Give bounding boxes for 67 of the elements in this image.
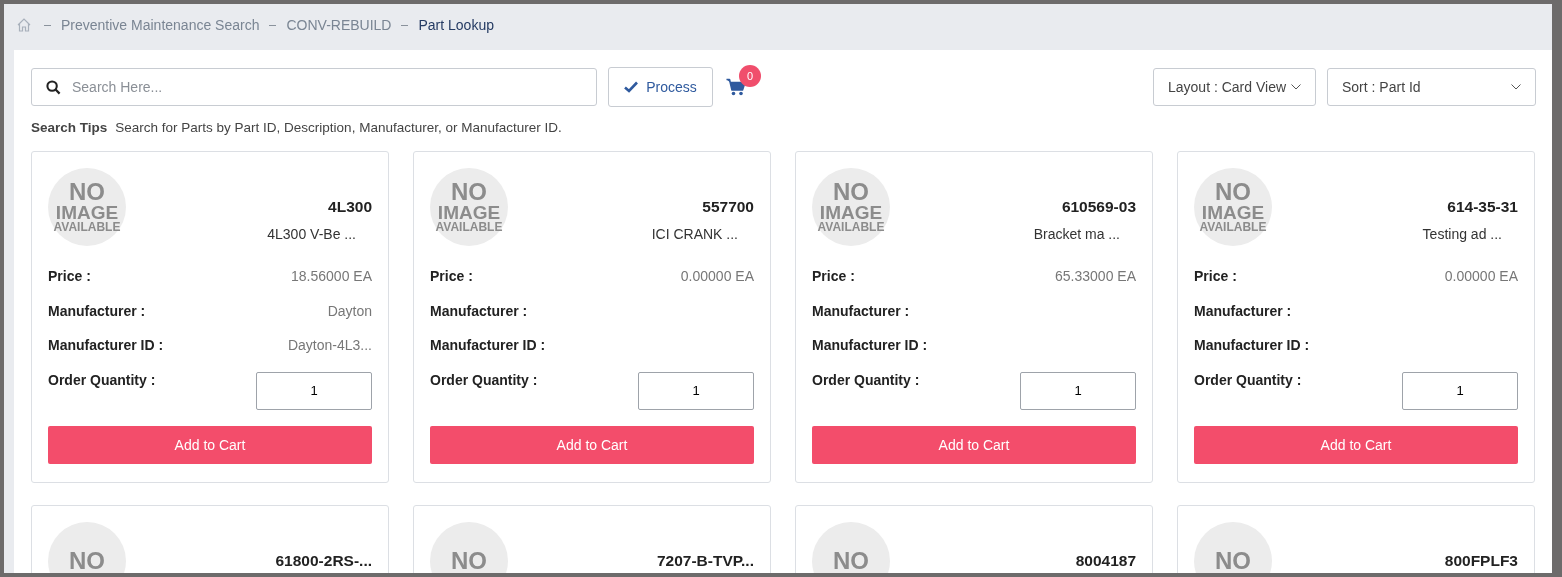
field-label: Price :	[812, 268, 855, 286]
placeholder-text: IMAGE	[437, 203, 501, 222]
part-description: 4L300 V-Be ...	[267, 226, 356, 242]
part-id: 8004187	[1075, 552, 1136, 570]
field-label: Order Quantity :	[1194, 371, 1302, 390]
layout-dropdown[interactable]: Layout : Card View	[1153, 68, 1316, 106]
placeholder-text: NO	[69, 549, 105, 573]
search-tips-text: Search for Parts by Part ID, Description, Manufacturer, or Manufacturer ID.	[115, 120, 562, 135]
placeholder-text: AVAILABLE	[53, 221, 121, 234]
part-id: 614-35-31	[1447, 198, 1518, 216]
placeholder-text: NO	[1215, 180, 1251, 204]
search-icon	[46, 79, 61, 95]
field-value: Dayton	[327, 302, 372, 321]
placeholder-text: AVAILABLE	[817, 221, 885, 234]
part-id: 61800-2RS-...	[275, 552, 372, 570]
placeholder-text: AVAILABLE	[1199, 221, 1267, 234]
search-tips-label: Search Tips	[31, 120, 108, 135]
placeholder-text: NO	[451, 180, 487, 204]
field-value: Dayton-4L3...	[287, 337, 372, 355]
part-id: 610569-03	[1061, 198, 1136, 216]
field-label: Order Quantity :	[430, 371, 538, 390]
cart-icon[interactable]	[726, 78, 746, 96]
field-value: 65.33000 EA	[1055, 268, 1136, 286]
placeholder-text: NO	[833, 549, 869, 573]
sort-dropdown[interactable]: Sort : Part Id	[1327, 68, 1536, 106]
placeholder-text: NO	[69, 180, 105, 204]
search-field[interactable]: Search Here...	[31, 68, 597, 106]
field-label: Price :	[48, 268, 91, 286]
field-label: Manufacturer :	[48, 302, 146, 321]
field-label: Order Quantity :	[812, 371, 920, 390]
field-label: Manufacturer ID :	[1194, 337, 1310, 355]
placeholder-text: NO	[451, 549, 487, 573]
process-button[interactable]: Process	[608, 67, 713, 107]
placeholder-text: NO	[833, 180, 869, 204]
field-label: Price :	[430, 268, 473, 286]
quantity-field[interactable]: 1	[1020, 371, 1136, 410]
part-id: 557700	[702, 198, 754, 216]
placeholder-text: IMAGE	[1201, 203, 1265, 222]
placeholder-text: IMAGE	[55, 203, 119, 222]
part-description: Bracket ma ...	[1033, 226, 1120, 242]
chevron-down-icon	[1291, 84, 1301, 90]
cart-count-badge: 0	[739, 65, 761, 87]
field-label: Order Quantity :	[48, 371, 156, 390]
check-icon	[624, 81, 639, 93]
part-id: 7207-B-TVP...	[656, 552, 754, 570]
part-description: ICI CRANK ...	[651, 226, 738, 242]
quantity-field[interactable]: 1	[1402, 371, 1518, 410]
quantity-field[interactable]: 1	[638, 371, 754, 410]
field-label: Manufacturer ID :	[48, 337, 164, 355]
chevron-down-icon	[1511, 84, 1521, 90]
field-value: 0.00000 EA	[680, 268, 754, 286]
field-label: Manufacturer :	[812, 302, 910, 321]
placeholder-text: AVAILABLE	[435, 221, 503, 234]
field-label: Price :	[1194, 268, 1237, 286]
part-id: 4L300	[328, 198, 372, 216]
part-id: 800FPLF3	[1444, 552, 1518, 570]
field-label: Manufacturer :	[1194, 302, 1292, 321]
field-label: Manufacturer ID :	[430, 337, 546, 355]
field-value: 18.56000 EA	[291, 268, 372, 286]
quantity-field[interactable]: 1	[256, 371, 372, 410]
field-label: Manufacturer :	[430, 302, 528, 321]
field-value: 0.00000 EA	[1444, 268, 1518, 286]
part-description: Testing ad ...	[1422, 226, 1502, 242]
breadcrumb-link[interactable]: Part Lookup	[418, 17, 494, 33]
field-label: Manufacturer ID :	[812, 337, 928, 355]
placeholder-text: IMAGE	[819, 203, 883, 222]
placeholder-text: NO	[1215, 549, 1251, 573]
